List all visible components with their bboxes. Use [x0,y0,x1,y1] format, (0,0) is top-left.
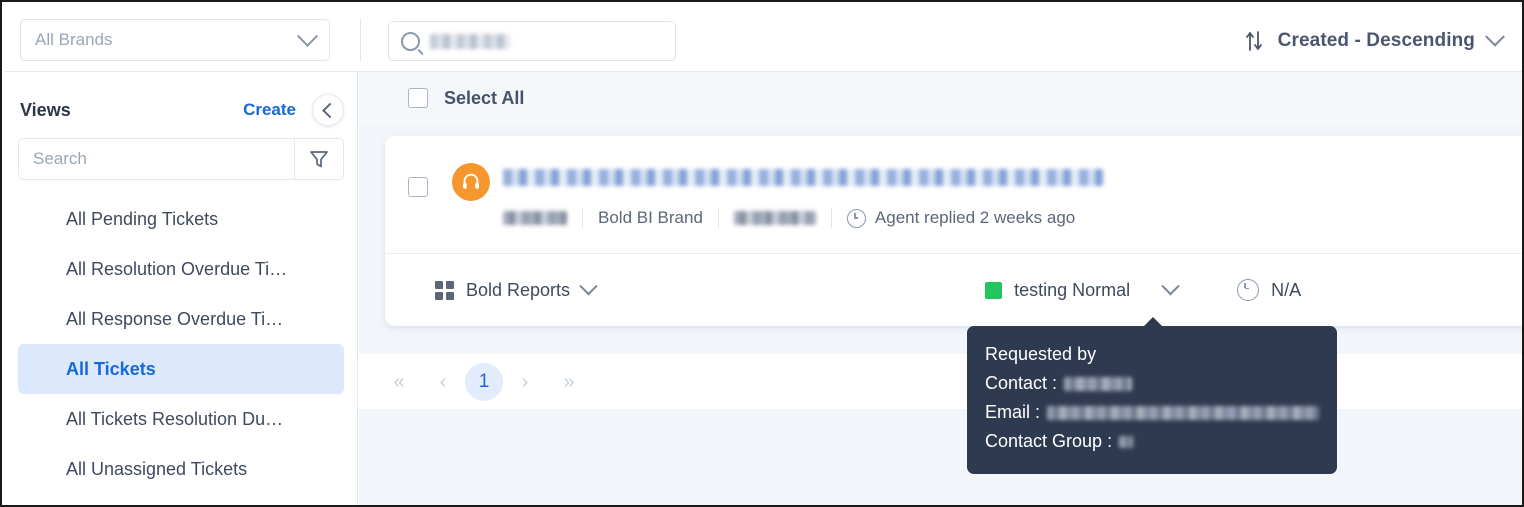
sidebar-item-all-response-overdue-tickets[interactable]: All Response Overdue Ti… [18,294,344,344]
ticket-brand: Bold BI Brand [598,208,703,227]
meta-divider [717,208,719,228]
clock-history-icon [846,208,866,228]
sidebar-item-label: All Pending Tickets [66,208,219,229]
sort-label: Created - Descending [1277,30,1475,51]
sidebar-item-label: All Resolution Overdue Ti… [66,258,288,279]
requested-by-tooltip: Requested by Contact : Email : Contact G… [967,317,1337,474]
views-list: All Pending Tickets All Resolution Overd… [4,194,358,494]
select-all-label: Select All [444,87,525,108]
pagination-next-button[interactable]: › [503,360,547,404]
top-toolbar: All Brands Created - Descending [4,4,1522,72]
funnel-icon [310,151,328,168]
ticket-category-dropdown[interactable]: Bold Reports [435,276,598,301]
chevron-left-icon [321,102,338,118]
select-all-bar: Select All [359,72,1522,124]
create-view-link[interactable]: Create [243,100,296,120]
tooltip-group-value-redacted [1119,435,1134,448]
sort-arrows-icon [1245,29,1265,53]
tooltip-contact-row: Contact : [985,369,1319,398]
views-sidebar: Views Create All Pending Tickets All Res… [4,72,358,505]
sidebar-item-all-tickets-resolution-due[interactable]: All Tickets Resolution Du… [18,394,344,444]
sort-control[interactable]: Created - Descending [1245,22,1505,60]
toolbar-divider [360,18,361,62]
brand-filter-placeholder: All Brands [35,30,113,49]
clock-icon [1237,279,1260,301]
pagination: « ‹ 1 › » [359,360,609,404]
collapse-sidebar-button[interactable] [312,94,344,126]
pagination-first-button[interactable]: « [377,360,421,404]
tooltip-email-row: Email : [985,398,1319,427]
search-icon [401,31,420,51]
ticket-row[interactable]: Bold BI Brand Agent replied 2 weeks ago [385,136,1522,326]
tooltip-email-label: Email : [985,402,1041,422]
ticket-due-label: N/A [1271,279,1302,300]
sidebar-item-label: All Unassigned Tickets [66,458,248,479]
sidebar-item-label: All Response Overdue Ti… [66,308,284,329]
pagination-page-1[interactable]: 1 [465,363,503,401]
chevron-down-icon [1485,26,1505,47]
views-header: Views Create [4,90,358,130]
views-filter-button[interactable] [294,139,343,179]
grid-icon [435,280,454,300]
chevron-down-icon [1161,276,1180,295]
ticket-search-box[interactable] [388,21,676,61]
views-title: Views [20,99,71,120]
ticket-row-bottom: Bold Reports testing Normal N/A [385,254,1522,326]
sidebar-item-all-pending-tickets[interactable]: All Pending Tickets [18,194,344,244]
ticket-agent [733,211,816,225]
sidebar-item-all-resolution-overdue-tickets[interactable]: All Resolution Overdue Ti… [18,244,344,294]
ticket-due: N/A [1237,279,1301,301]
tooltip-group-row: Contact Group : [985,427,1319,456]
meta-divider [582,208,583,228]
tooltip-contact-value-redacted [1064,376,1133,391]
headset-icon [462,173,480,189]
ticket-list-app: All Brands Created - Descending Views Cr… [0,0,1524,507]
ticket-meta: Bold BI Brand Agent replied 2 weeks ago [503,206,1075,230]
chevron-down-icon [579,276,598,295]
ticket-list-main: Select All Bold BI Brand Agent replied 2… [359,72,1522,505]
tooltip-title: Requested by [985,344,1097,364]
search-input-value-redacted[interactable] [430,33,510,49]
ticket-title[interactable] [503,163,1103,191]
ticket-id [503,211,567,225]
meta-divider [830,208,832,228]
select-all-checkbox[interactable] [408,88,428,108]
ticket-select-checkbox[interactable] [408,177,428,197]
chevron-down-icon [296,25,319,47]
views-search-box[interactable] [18,138,344,180]
ticket-category-label: Bold Reports [466,279,571,300]
ticket-activity: Agent replied 2 weeks ago [846,208,1076,228]
sidebar-item-all-tickets[interactable]: All Tickets [18,344,344,394]
ticket-agent-redacted [733,211,816,225]
avatar [452,163,490,201]
sidebar-item-label: All Tickets Resolution Du… [66,408,284,429]
ticket-activity-label: Agent replied 2 weeks ago [874,208,1076,227]
ticket-status-dropdown[interactable]: testing Normal [985,276,1180,301]
tooltip-group-label: Contact Group : [985,431,1113,451]
tooltip-email-value-redacted [1047,405,1319,420]
status-badge [985,281,1003,299]
ticket-title-redacted [503,168,1103,186]
ticket-id-redacted [503,211,567,225]
tooltip-contact-label: Contact : [985,373,1058,393]
sidebar-item-label: All Tickets [66,358,156,379]
views-search-input[interactable] [19,139,294,179]
sidebar-item-all-unassigned-tickets[interactable]: All Unassigned Tickets [18,444,344,494]
pagination-prev-button[interactable]: ‹ [421,360,465,404]
ticket-status-label: testing Normal [1014,279,1131,300]
brand-filter-dropdown[interactable]: All Brands [20,19,330,61]
ticket-row-top: Bold BI Brand Agent replied 2 weeks ago [385,136,1522,252]
pagination-last-button[interactable]: » [547,360,591,404]
